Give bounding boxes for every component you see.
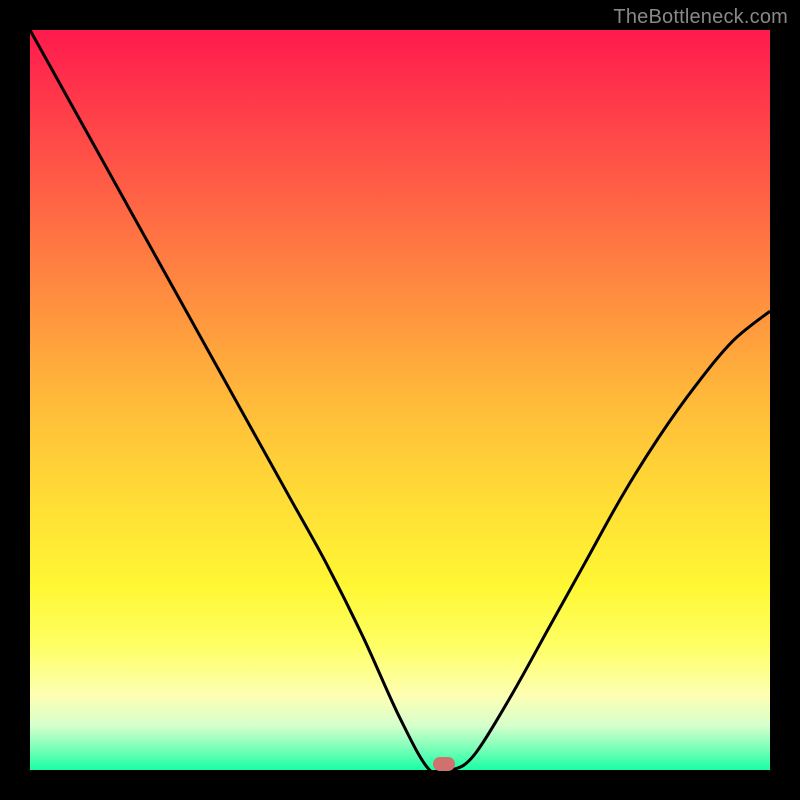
optimum-marker bbox=[433, 757, 455, 771]
curve-path bbox=[30, 30, 770, 770]
chart-frame: TheBottleneck.com bbox=[0, 0, 800, 800]
watermark-text: TheBottleneck.com bbox=[613, 6, 788, 29]
plot-area bbox=[30, 30, 770, 770]
bottleneck-curve bbox=[30, 30, 770, 770]
